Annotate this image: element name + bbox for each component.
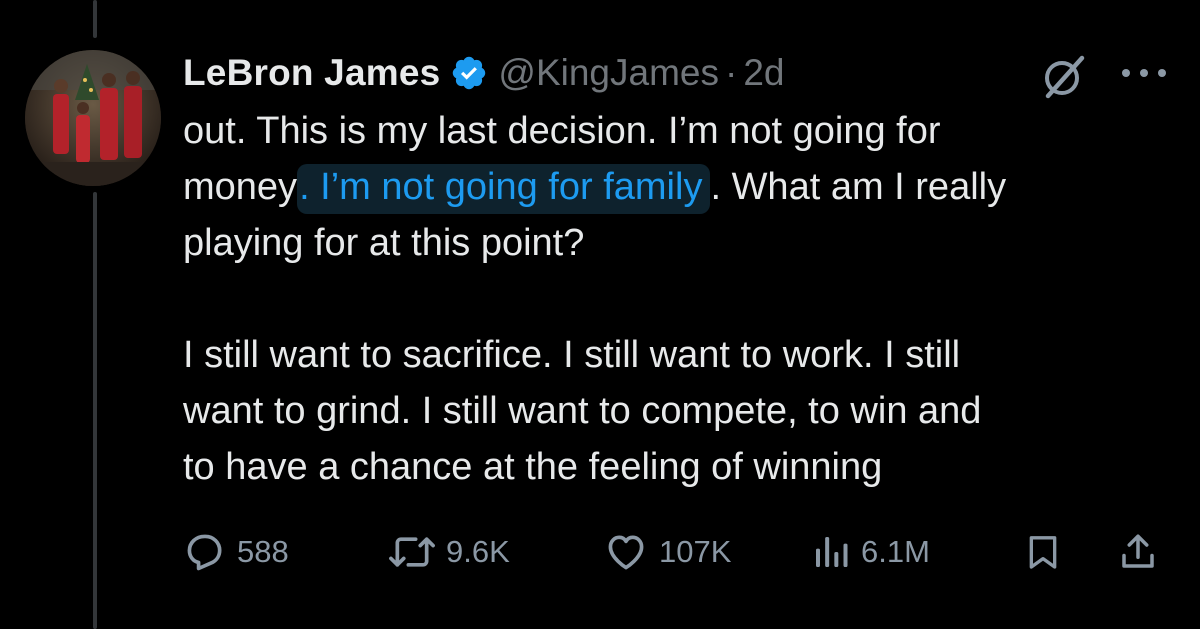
tweet-actions: 588 9.6K 107K 6.1M: [183, 522, 1173, 582]
tweet-line-2-end: . What am I really: [710, 166, 1007, 208]
tweet-line-1: out. This is my last decision. I’m not g…: [183, 110, 941, 152]
views-icon: [816, 537, 848, 567]
author-name[interactable]: LeBron James: [183, 52, 440, 94]
like-count: 107K: [659, 534, 732, 569]
reply-button[interactable]: 588: [183, 522, 289, 582]
reply-icon: [187, 534, 222, 571]
thread-line-top: [93, 0, 97, 38]
grok-icon[interactable]: [1040, 52, 1088, 100]
tweet-line-3: playing for at this point?: [183, 222, 585, 264]
views-button[interactable]: 6.1M: [811, 522, 930, 582]
tweet-line-5: want to grind. I still want to compete, …: [183, 390, 982, 432]
tweet-line-2: money. I’m not going for family. What am…: [183, 159, 1173, 215]
tweet-line-2-start: money: [183, 166, 298, 208]
tweet-line-6: to have a chance at the feeling of winni…: [183, 446, 883, 488]
share-icon: [1122, 534, 1154, 568]
tweet-timestamp[interactable]: 2d: [743, 52, 784, 94]
more-icon[interactable]: [1118, 64, 1170, 82]
avatar-photo: [25, 50, 161, 186]
tweet-header: LeBron James @KingJames · 2d: [183, 46, 784, 100]
thread-line-bottom: [93, 192, 97, 629]
author-handle[interactable]: @KingJames: [498, 52, 719, 94]
bookmark-icon: [1029, 536, 1057, 569]
bookmark-button[interactable]: [1023, 522, 1063, 582]
tweet-text: out. This is my last decision. I’m not g…: [183, 103, 1173, 495]
reply-count: 588: [237, 534, 289, 569]
tweet-line-4: I still want to sacrifice. I still want …: [183, 334, 961, 376]
heart-icon: [608, 535, 644, 570]
share-button[interactable]: [1117, 522, 1159, 582]
repost-icon: [389, 537, 435, 567]
header-separator: ·: [724, 52, 738, 93]
avatar[interactable]: [25, 50, 161, 186]
views-count: 6.1M: [861, 534, 930, 569]
highlighted-text: . I’m not going for family: [297, 164, 711, 214]
verified-badge-icon: [453, 56, 486, 90]
like-button[interactable]: 107K: [603, 522, 731, 582]
repost-button[interactable]: 9.6K: [388, 522, 510, 582]
repost-count: 9.6K: [446, 534, 510, 569]
